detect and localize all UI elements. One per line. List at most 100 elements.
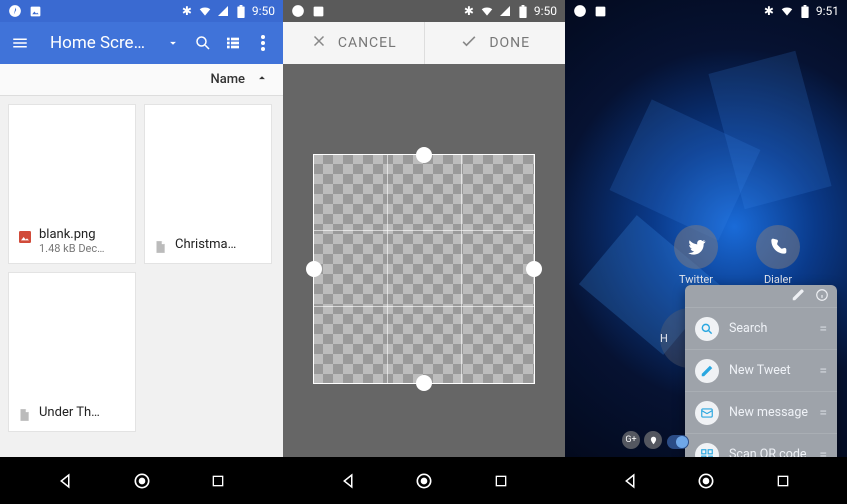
cancel-button[interactable]: CANCEL <box>283 22 425 64</box>
bluetooth-icon: ✱ <box>462 4 476 18</box>
file-name: blank.png <box>39 227 105 242</box>
nav-home-icon[interactable] <box>412 469 436 493</box>
search-icon[interactable] <box>193 33 213 53</box>
image-icon <box>311 4 325 18</box>
phone-icon <box>756 225 800 269</box>
file-card[interactable]: blank.png 1.48 kB Dec… <box>8 104 136 264</box>
popup-header <box>685 285 837 307</box>
status-bar: ✱ 9:50 <box>283 0 565 22</box>
done-button[interactable]: DONE <box>425 22 566 64</box>
screen-crop: ✱ 9:50 CANCEL DONE <box>283 0 565 504</box>
toolbar-title[interactable]: Home Scre… <box>50 33 153 53</box>
crop-handle-top[interactable] <box>416 147 432 163</box>
check-icon <box>459 31 479 55</box>
folder-label: H <box>660 332 668 345</box>
battery-icon <box>798 4 812 18</box>
nav-home-icon[interactable] <box>694 469 718 493</box>
popup-item-search[interactable]: Search = <box>685 307 837 349</box>
crop-canvas[interactable] <box>283 80 565 457</box>
file-grid: blank.png 1.48 kB Dec… Christma… Under T… <box>0 96 283 440</box>
search-icon <box>695 317 719 341</box>
menu-icon[interactable] <box>10 33 30 53</box>
app-dialer[interactable]: Dialer <box>747 225 809 286</box>
status-time: 9:50 <box>252 4 275 18</box>
nav-back-icon[interactable] <box>336 469 360 493</box>
crop-toolbar: CANCEL DONE <box>283 22 565 64</box>
overflow-icon[interactable] <box>253 33 273 53</box>
app-icons: Twitter Dialer <box>665 225 837 286</box>
popup-item-new-message[interactable]: New message = <box>685 391 837 433</box>
message-icon <box>695 401 719 425</box>
compass-icon <box>8 4 22 18</box>
nav-bar <box>565 457 847 504</box>
close-icon <box>310 32 328 54</box>
drag-handle-icon: = <box>819 321 827 337</box>
bluetooth-icon: ✱ <box>180 4 194 18</box>
chevron-up-icon <box>255 71 269 89</box>
nav-recents-icon[interactable] <box>489 469 513 493</box>
wifi-icon <box>780 4 794 18</box>
popup-label: New Tweet <box>729 363 809 378</box>
wifi-icon <box>480 4 494 18</box>
grid-line <box>461 155 462 383</box>
drag-handle-icon: = <box>819 405 827 421</box>
view-list-icon[interactable] <box>223 33 243 53</box>
image-file-icon <box>17 229 33 245</box>
nav-recents-icon[interactable] <box>771 469 795 493</box>
cancel-label: CANCEL <box>338 35 397 51</box>
screen-file-picker: ✱ 9:50 Home Scre… Name blank.png 1.48 kB… <box>0 0 283 504</box>
generic-file-icon <box>17 407 33 423</box>
file-name: Under Th… <box>39 405 100 420</box>
twitter-icon <box>674 225 718 269</box>
chevron-down-icon[interactable] <box>163 33 183 53</box>
notification-dots: G+ <box>622 431 662 449</box>
file-card[interactable]: Christma… <box>144 104 272 264</box>
gplus-dot[interactable]: G+ <box>622 431 640 449</box>
grid-line <box>314 230 534 231</box>
battery-icon <box>234 4 248 18</box>
shortcut-popup: Search = New Tweet = New message = Scan … <box>685 285 837 475</box>
file-meta: 1.48 kB Dec… <box>39 242 105 255</box>
edit-icon[interactable] <box>791 287 805 306</box>
popup-label: New message <box>729 405 809 420</box>
info-icon[interactable] <box>815 287 829 306</box>
crop-preview <box>313 154 535 384</box>
grid-line <box>387 155 388 383</box>
generic-file-icon <box>153 239 169 255</box>
drag-handle-icon: = <box>819 363 827 379</box>
signal-icon <box>216 4 230 18</box>
nav-bar <box>283 457 565 504</box>
file-name: Christma… <box>175 237 236 252</box>
sort-label: Name <box>210 72 245 87</box>
nav-bar <box>0 457 283 504</box>
location-dot[interactable] <box>644 431 662 449</box>
nav-back-icon[interactable] <box>618 469 642 493</box>
popup-item-new-tweet[interactable]: New Tweet = <box>685 349 837 391</box>
nav-back-icon[interactable] <box>53 469 77 493</box>
crop-handle-right[interactable] <box>526 261 542 277</box>
grid-line <box>314 306 534 307</box>
wifi-icon <box>198 4 212 18</box>
status-time: 9:50 <box>534 4 557 18</box>
bluetooth-icon: ✱ <box>762 4 776 18</box>
done-label: DONE <box>489 35 530 51</box>
crop-handle-left[interactable] <box>306 261 322 277</box>
popup-label: Search <box>729 321 809 336</box>
signal-icon <box>498 4 512 18</box>
home-toggle[interactable] <box>667 435 689 449</box>
crop-rect[interactable] <box>313 154 535 384</box>
file-card[interactable]: Under Th… <box>8 272 136 432</box>
compass-icon <box>573 4 587 18</box>
status-bar: ✱ 9:50 <box>0 0 283 22</box>
crop-handle-bottom[interactable] <box>416 375 432 391</box>
app-twitter[interactable]: Twitter <box>665 225 727 286</box>
nav-recents-icon[interactable] <box>206 469 230 493</box>
sort-bar[interactable]: Name <box>0 64 283 96</box>
compass-icon <box>291 4 305 18</box>
nav-home-icon[interactable] <box>130 469 154 493</box>
status-bar: ✱ 9:51 <box>565 0 847 22</box>
compose-icon <box>695 359 719 383</box>
image-icon <box>593 4 607 18</box>
screen-home: ✱ 9:51 Twitter Dialer H Search = New T <box>565 0 847 504</box>
app-toolbar: Home Scre… <box>0 22 283 64</box>
